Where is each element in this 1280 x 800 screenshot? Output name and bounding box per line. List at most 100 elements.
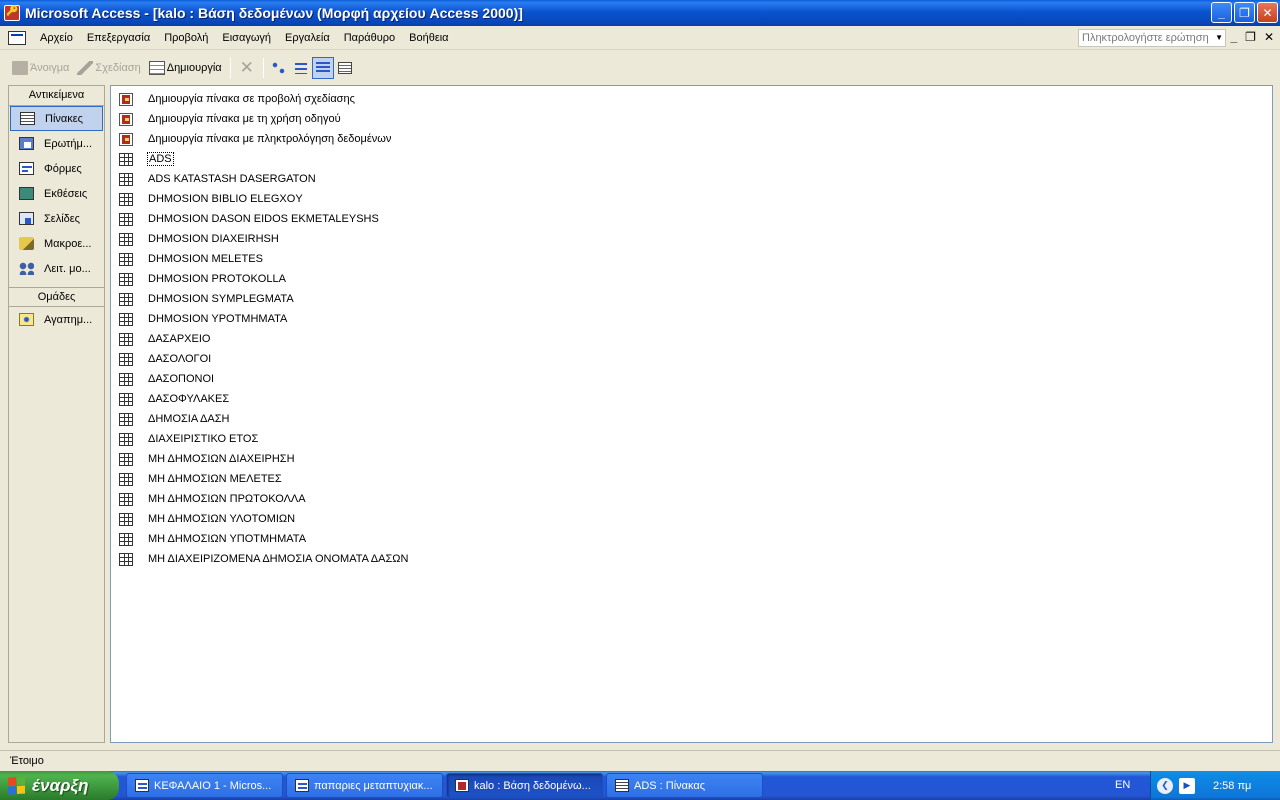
open-label: Άνοιγμα [30, 62, 70, 74]
close-button[interactable]: ✕ [1257, 2, 1278, 23]
tray-back-icon[interactable]: ❮ [1157, 777, 1173, 794]
table-list-item[interactable]: ΜΗ ΔΗΜΟΣΙΩΝ ΜΕΛΕΤΕΣ [119, 470, 282, 488]
list-icon [315, 62, 330, 74]
access-app-icon[interactable] [4, 5, 20, 21]
list-item-label: ΜΗ ΔΗΜΟΣΙΩΝ ΠΡΩΤΟΚΟΛΛΑ [148, 493, 306, 505]
table-icon [119, 212, 133, 226]
table-list-item[interactable]: ADS [119, 150, 174, 168]
objects-item-pages[interactable]: Σελίδες [9, 206, 104, 231]
table-icon [119, 232, 133, 246]
table-list-item[interactable]: ΔΑΣΟΦΥΛΑΚΕΣ [119, 390, 229, 408]
objects-item-label: Εκθέσεις [44, 187, 88, 200]
favorites-icon [19, 313, 34, 326]
menu-edit[interactable]: Επεξεργασία [80, 32, 157, 44]
database-window-icon[interactable] [8, 30, 26, 45]
ask-question-box[interactable]: Πληκτρολογήστε ερώτηση ▼ [1078, 29, 1226, 47]
small-icons-icon [294, 62, 307, 74]
table-list-item[interactable]: DHMOSION PROTOKOLLA [119, 270, 286, 288]
tray-media-icon[interactable]: ▶ [1179, 777, 1195, 794]
table-list-item[interactable]: ΔΗΜΟΣΙΑ ΔΑΣΗ [119, 410, 229, 428]
table-list-item[interactable]: DHMOSION BIBLIO ELEGXOY [119, 190, 303, 208]
taskbar-item-word-2[interactable]: παπαριες μεταπτυχιακ... [286, 773, 443, 798]
list-item-label: ΜΗ ΔΗΜΟΣΙΩΝ ΔΙΑΧΕΙΡΗΣΗ [148, 453, 295, 465]
status-bar: Έτοιμο [0, 750, 1280, 771]
large-icons-icon [271, 62, 286, 74]
delete-icon[interactable]: ✕ [235, 58, 259, 78]
table-list-item[interactable]: ΔΑΣΑΡΧΕΙΟ [119, 330, 210, 348]
table-list-item[interactable]: ΜΗ ΔΙΑΧΕΙΡΙΖΟΜΕΝΑ ΔΗΜΟΣΙΑ ΟΝΟΜΑΤΑ ΔΑΣΩΝ [119, 550, 408, 568]
start-button[interactable]: έναρξη [0, 771, 119, 800]
table-list-item[interactable]: DHMOSION SYMPLEGMATA [119, 290, 294, 308]
menu-insert[interactable]: Εισαγωγή [215, 32, 278, 44]
table-icon [119, 552, 133, 566]
list-item-label: ΜΗ ΔΗΜΟΣΙΩΝ ΥΠΟΤΜΗΜΑΤΑ [148, 533, 307, 545]
table-icon [119, 412, 133, 426]
list-item-label: ADS KATASTASH DASERGATON [148, 173, 316, 185]
restore-button[interactable]: ❐ [1234, 2, 1255, 23]
design-button[interactable]: Σχεδίαση [73, 57, 144, 79]
access-database-icon [455, 779, 469, 792]
menu-window[interactable]: Παράθυρο [337, 32, 402, 44]
open-button[interactable]: Άνοιγμα [8, 57, 73, 79]
windows-logo-icon [8, 775, 26, 796]
design-label: Σχεδίαση [95, 62, 141, 74]
table-icon [119, 372, 133, 386]
objects-item-tables[interactable]: Πίνακες [10, 106, 103, 131]
mdi-minimize-button[interactable]: _ [1230, 30, 1237, 44]
menu-view[interactable]: Προβολή [157, 32, 215, 44]
groups-header[interactable]: Ομάδες [9, 287, 104, 307]
large-icons-view-button[interactable] [268, 57, 290, 79]
minimize-button[interactable]: _ [1211, 2, 1232, 23]
menu-tools[interactable]: Εργαλεία [278, 32, 337, 44]
details-view-button[interactable] [334, 57, 356, 79]
table-list-item[interactable]: ΔΑΣΟΛΟΓΟΙ [119, 350, 211, 368]
table-list-item[interactable]: DHMOSION DIAXEIRHSH [119, 230, 279, 248]
chevron-down-icon[interactable]: ▼ [1215, 30, 1223, 46]
objects-list[interactable]: Δημιουργία πίνακα σε προβολή σχεδίασης Δη… [110, 85, 1273, 743]
table-list-item[interactable]: ΜΗ ΔΗΜΟΣΙΩΝ ΥΠΟΤΜΗΜΑΤΑ [119, 530, 306, 548]
table-icon [119, 532, 133, 546]
table-icon [119, 352, 133, 366]
table-list-item[interactable]: DHMOSION DASON EIDOS EKMETALEYSHS [119, 210, 379, 228]
objects-item-reports[interactable]: Εκθέσεις [9, 181, 104, 206]
menu-help[interactable]: Βοήθεια [402, 32, 455, 44]
language-indicator[interactable]: EN [1115, 779, 1130, 791]
objects-item-macros[interactable]: Μακροε... [9, 231, 104, 256]
list-view-button[interactable] [311, 57, 334, 79]
create-table-shortcut[interactable]: Δημιουργία πίνακα σε προβολή σχεδίασης [119, 90, 355, 108]
objects-item-modules[interactable]: Λειτ. μο... [9, 256, 104, 281]
table-icon [20, 112, 35, 125]
table-list-item[interactable]: ΜΗ ΔΗΜΟΣΙΩΝ ΠΡΩΤΟΚΟΛΛΑ [119, 490, 306, 508]
list-item-label: ΔΑΣΑΡΧΕΙΟ [148, 333, 211, 345]
mdi-restore-button[interactable]: ❐ [1245, 30, 1256, 44]
table-icon [119, 312, 133, 326]
list-item-label: DHMOSION MELETES [148, 253, 263, 265]
objects-item-queries[interactable]: Ερωτήμ... [9, 131, 104, 156]
list-item-label: DHMOSION YPOTMHMATA [148, 313, 288, 325]
system-tray: EN ❮ ▶ 2:58 πμ [1115, 771, 1280, 800]
taskbar-item-access-db[interactable]: kalo : Βάση δεδομένω... [446, 773, 603, 798]
table-list-item[interactable]: ΜΗ ΔΗΜΟΣΙΩΝ ΥΛΟΤΟΜΙΩΝ [119, 510, 295, 528]
create-table-shortcut[interactable]: Δημιουργία πίνακα με πληκτρολόγηση δεδομ… [119, 130, 391, 148]
objects-item-forms[interactable]: Φόρμες [9, 156, 104, 181]
table-list-item[interactable]: ΔΙΑΧΕΙΡΙΣΤΙΚΟ ΕΤΟΣ [119, 430, 258, 448]
objects-item-label: Ερωτήμ... [44, 137, 92, 150]
taskbar-item-word-1[interactable]: ΚΕΦΑΛΑΙΟ 1 - Micros... [126, 773, 283, 798]
table-list-item[interactable]: ADS KATASTASH DASERGATON [119, 170, 316, 188]
table-list-item[interactable]: ΜΗ ΔΗΜΟΣΙΩΝ ΔΙΑΧΕΙΡΗΣΗ [119, 450, 295, 468]
taskbar-item-table[interactable]: ADS : Πίνακας [606, 773, 763, 798]
small-icons-view-button[interactable] [290, 57, 312, 79]
objects-header[interactable]: Αντικείμενα [9, 86, 104, 106]
report-icon [19, 187, 34, 200]
new-button[interactable]: Δημιουργία [145, 57, 226, 79]
menu-file[interactable]: Αρχείο [33, 32, 80, 44]
create-table-shortcut[interactable]: Δημιουργία πίνακα με τη χρήση οδηγού [119, 110, 341, 128]
table-list-item[interactable]: DHMOSION MELETES [119, 250, 263, 268]
mdi-close-button[interactable]: ✕ [1264, 30, 1274, 44]
toolbar-separator [262, 58, 264, 78]
start-label: έναρξη [32, 775, 89, 795]
list-item-label: Δημιουργία πίνακα σε προβολή σχεδίασης [148, 93, 355, 105]
table-list-item[interactable]: ΔΑΣΟΠΟΝΟΙ [119, 370, 214, 388]
table-list-item[interactable]: DHMOSION YPOTMHMATA [119, 310, 287, 328]
groups-item-favorites[interactable]: Αγαπημ... [9, 307, 104, 332]
